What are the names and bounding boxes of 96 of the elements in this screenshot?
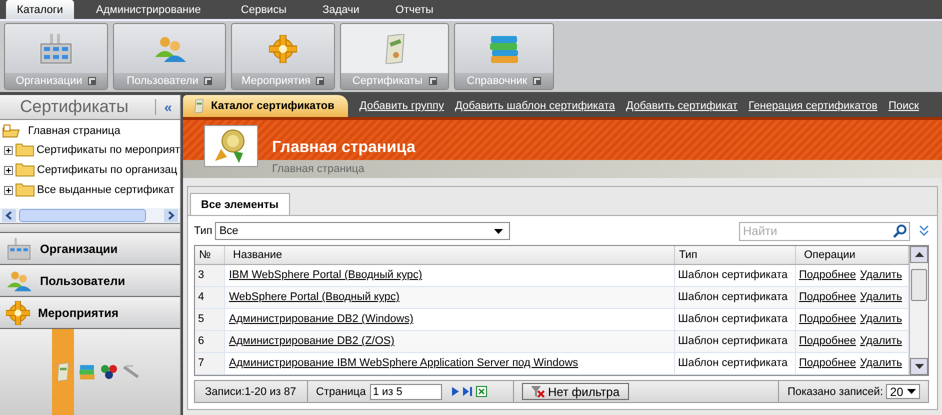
item-link[interactable]: Администрирование DB2 (Windows) xyxy=(229,313,414,325)
table-cell: 7 xyxy=(195,353,225,374)
scroll-down-icon[interactable] xyxy=(914,364,924,369)
people-icon xyxy=(6,270,32,292)
accordion-item[interactable]: Мероприятия xyxy=(0,297,180,329)
column-header[interactable]: Название xyxy=(225,246,675,264)
factory-icon xyxy=(6,238,32,260)
dropdown-arrow-icon xyxy=(494,228,504,234)
filter-clear-icon xyxy=(531,386,545,398)
menu-tab[interactable]: Отчеты xyxy=(377,0,452,19)
action-link[interactable]: Удалить xyxy=(860,269,902,281)
tree-item[interactable]: Сертификаты по мероприят xyxy=(36,144,180,156)
action-link[interactable]: Удалить xyxy=(860,335,902,347)
gear-icon xyxy=(6,300,30,324)
expand-icon xyxy=(204,77,212,85)
item-link[interactable]: Администрирование IBM WebSphere Application Server под Windows xyxy=(229,357,578,369)
horizontal-scrollbar[interactable] xyxy=(0,208,180,224)
folder-icon xyxy=(14,143,34,157)
factory-icon xyxy=(40,34,72,64)
action-link[interactable]: Удалить xyxy=(860,357,902,369)
menu-tab[interactable]: Сервисы xyxy=(222,0,304,19)
scroll-thumb[interactable] xyxy=(911,269,927,301)
tree-item[interactable]: Главная страница xyxy=(0,122,180,140)
column-header[interactable]: Тип xyxy=(675,246,796,264)
action-link[interactable]: Подробнее xyxy=(799,313,856,325)
item-link[interactable]: Администрирование DB2 (Z/OS) xyxy=(229,335,394,347)
table-cell: 3 xyxy=(195,265,225,286)
action-link[interactable]: Удалить xyxy=(860,291,902,303)
next-page-icon[interactable] xyxy=(452,387,459,396)
table-cell: Шаблон сертификата xyxy=(675,353,796,374)
tree-item[interactable]: Все выданные сертификат xyxy=(37,184,174,196)
scroll-right-icon[interactable] xyxy=(164,209,178,222)
toolbar-link[interactable]: Генерация сертификатов xyxy=(748,100,878,112)
item-link[interactable]: WebSphere Portal (Вводный курс) xyxy=(229,291,400,303)
folder-icon xyxy=(15,163,35,177)
tree-item[interactable]: Сертификаты по организац xyxy=(37,164,178,176)
collapse-button[interactable]: « xyxy=(155,99,176,115)
panel-title: Сертификаты xyxy=(20,97,128,117)
scroll-left-icon[interactable] xyxy=(2,209,16,222)
expand-icon[interactable] xyxy=(4,166,13,174)
no-filter-button[interactable]: Нет фильтра xyxy=(522,383,629,400)
accordion-item[interactable]: Организации xyxy=(0,233,180,265)
last-page-icon[interactable] xyxy=(462,387,472,396)
page-size-dropdown[interactable]: 20 xyxy=(886,384,920,399)
type-dropdown[interactable]: Все xyxy=(215,222,510,240)
table-cell: 4 xyxy=(195,287,225,308)
table-cell: 5 xyxy=(195,309,225,330)
books-icon xyxy=(489,34,519,64)
menu-tab[interactable]: Каталоги xyxy=(6,0,74,19)
column-header[interactable]: № xyxy=(195,246,225,264)
menu-tab[interactable]: Администрирование xyxy=(74,0,223,19)
page-title: Главная страница xyxy=(272,139,416,157)
action-link[interactable]: Подробнее xyxy=(799,357,856,369)
expand-icon xyxy=(88,77,96,85)
expand-icon[interactable] xyxy=(4,146,13,154)
certificate-icon xyxy=(384,34,406,64)
page-size-label: Показано записей: xyxy=(787,386,883,398)
table-cell: 6 xyxy=(195,331,225,352)
action-link[interactable]: Подробнее xyxy=(799,335,856,347)
action-link[interactable]: Подробнее xyxy=(799,269,856,281)
page-field[interactable]: 1 из 5 xyxy=(370,384,442,400)
dropdown-arrow-icon xyxy=(907,389,916,394)
scroll-thumb[interactable] xyxy=(19,209,146,222)
action-link[interactable]: Удалить xyxy=(860,313,902,325)
accordion-item[interactable]: Пользователи xyxy=(0,265,180,297)
table-cell: Шаблон сертификата xyxy=(675,265,796,286)
search-icon[interactable] xyxy=(893,224,907,238)
menu-tab[interactable]: Задачи xyxy=(304,0,378,19)
double-chevron-icon[interactable] xyxy=(919,225,929,237)
expand-icon[interactable] xyxy=(4,186,13,194)
people-icon xyxy=(154,34,186,62)
expand-icon xyxy=(316,77,324,85)
toolbar-link[interactable]: Добавить шаблон сертификата xyxy=(454,100,616,112)
toolbar-link[interactable]: Добавить группу xyxy=(359,100,444,112)
item-link[interactable]: IBM WebSphere Portal (Вводный курс) xyxy=(229,269,422,281)
splitter-handle[interactable] xyxy=(0,224,180,233)
expand-icon xyxy=(533,77,542,85)
action-link[interactable]: Подробнее xyxy=(799,291,856,303)
page-label: Страница xyxy=(316,386,366,398)
panel-tab[interactable]: Все элементы xyxy=(190,193,290,215)
scroll-up-icon[interactable] xyxy=(914,252,924,257)
table-cell: Шаблон сертификата xyxy=(675,331,796,352)
search-field[interactable]: Найти xyxy=(739,222,910,240)
filter-label: Тип xyxy=(194,225,212,237)
active-tab[interactable]: Каталог сертификатов xyxy=(183,95,348,117)
toolbar-link[interactable]: Добавить сертификат xyxy=(626,100,738,112)
folder-icon xyxy=(15,183,35,197)
toolbar-link[interactable]: Поиск xyxy=(888,100,919,112)
record-count: Записи:1-20 из 87 xyxy=(195,381,308,402)
table-cell: Шаблон сертификата xyxy=(675,287,796,308)
table-cell: Шаблон сертификата xyxy=(675,309,796,330)
vertical-scrollbar[interactable] xyxy=(909,246,928,375)
expand-icon xyxy=(428,77,437,85)
spreadsheet-icon[interactable] xyxy=(476,386,487,397)
gear-icon xyxy=(269,34,297,62)
breadcrumb: Главная страница xyxy=(183,160,942,178)
